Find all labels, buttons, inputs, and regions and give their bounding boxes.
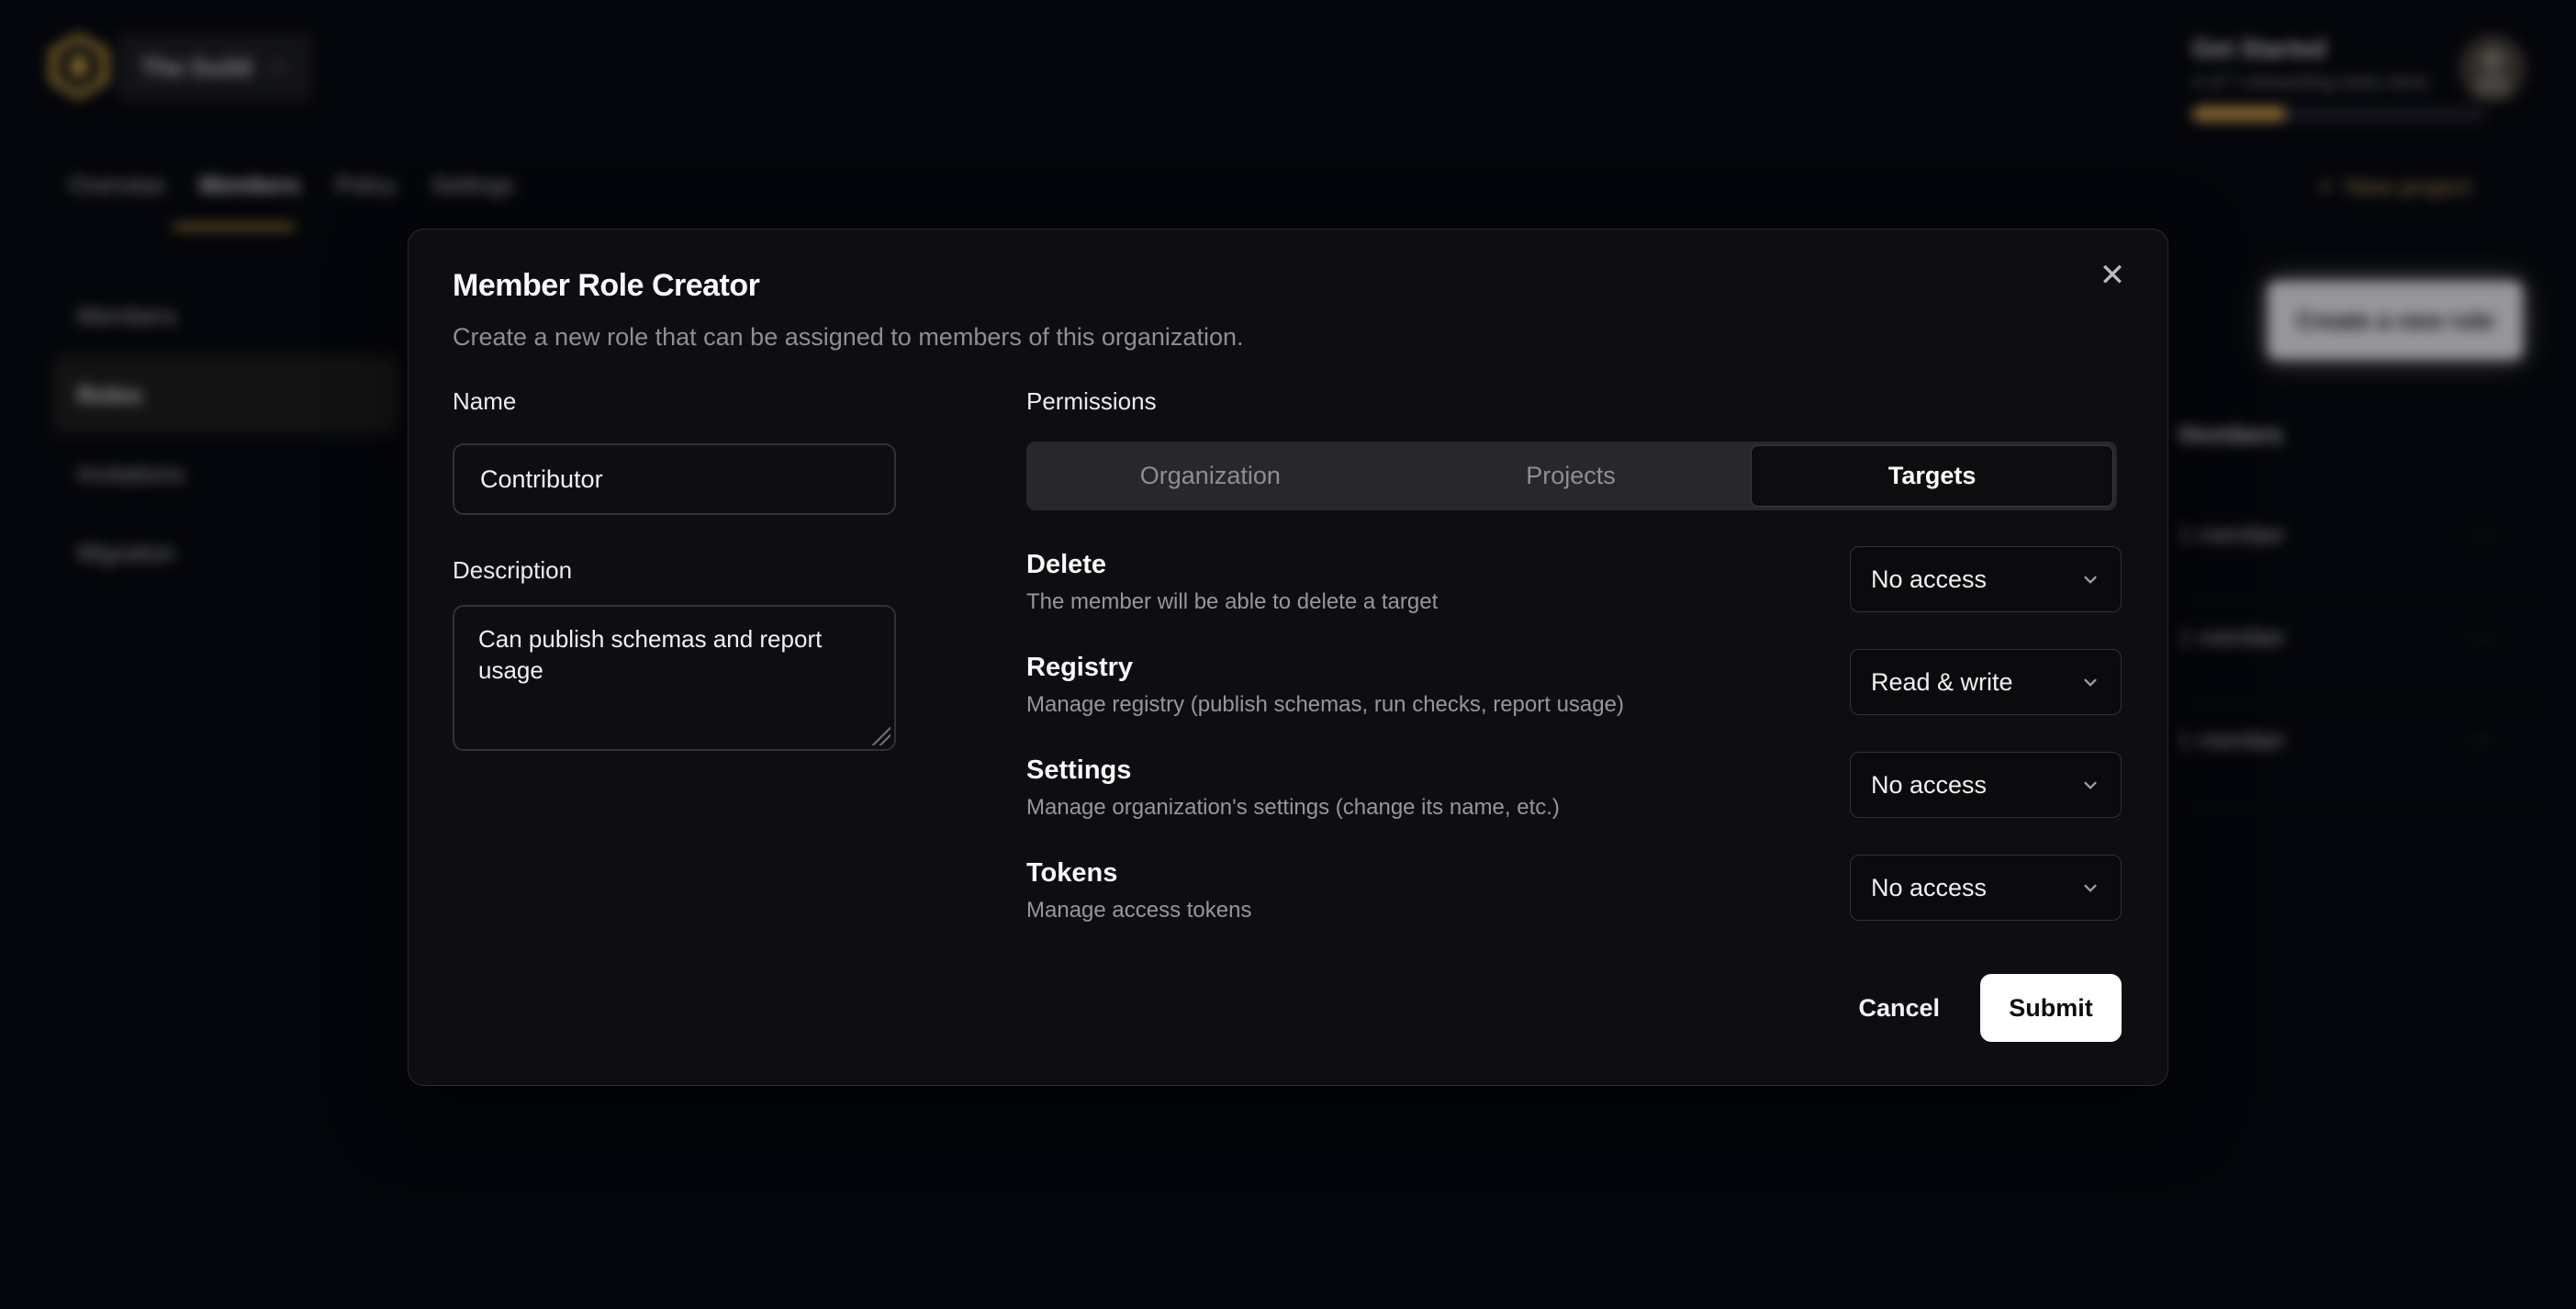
- permission-title: Registry: [1026, 653, 1624, 683]
- permissions-tab[interactable]: Targets: [1751, 445, 2113, 507]
- permission-description: The member will be able to delete a targ…: [1026, 589, 1438, 615]
- permission-access-value: Read & write: [1871, 668, 2013, 697]
- permissions-tab-label: Projects: [1526, 462, 1616, 490]
- permission-access-select[interactable]: Read & write: [1850, 649, 2122, 715]
- chevron-down-icon: [2080, 878, 2100, 898]
- permissions-tab-label: Targets: [1888, 462, 1977, 490]
- permission-row-text: Tokens Manage access tokens: [1026, 855, 1251, 923]
- name-label: Name: [453, 387, 516, 416]
- permission-row-text: Registry Manage registry (publish schema…: [1026, 649, 1624, 718]
- permission-description: Manage access tokens: [1026, 898, 1251, 923]
- permissions-tab[interactable]: Organization: [1030, 445, 1391, 507]
- permission-rows: Delete The member will be able to delete…: [1026, 546, 2122, 957]
- permissions-tab[interactable]: Projects: [1391, 445, 1752, 507]
- modal-title: Member Role Creator: [453, 268, 759, 304]
- permission-row-text: Delete The member will be able to delete…: [1026, 546, 1438, 615]
- permission-description: Manage registry (publish schemas, run ch…: [1026, 692, 1624, 718]
- permission-access-value: No access: [1871, 771, 1987, 800]
- chevron-down-icon: [2080, 775, 2100, 795]
- permissions-tab-bar: Organization Projects Targets: [1026, 442, 2117, 510]
- permission-access-select[interactable]: No access: [1850, 855, 2122, 921]
- description-textarea[interactable]: Can publish schemas and report usage: [453, 605, 896, 751]
- permission-row: Delete The member will be able to delete…: [1026, 546, 2122, 649]
- cancel-button[interactable]: Cancel: [1858, 994, 1940, 1023]
- chevron-down-icon: [2080, 672, 2100, 692]
- member-role-creator-modal: ✕ Member Role Creator Create a new role …: [408, 229, 2168, 1086]
- permission-row-text: Settings Manage organization's settings …: [1026, 752, 1560, 821]
- chevron-down-icon: [2080, 569, 2100, 589]
- modal-subtitle: Create a new role that can be assigned t…: [453, 323, 1243, 352]
- permission-row: Registry Manage registry (publish schema…: [1026, 649, 2122, 752]
- permissions-label: Permissions: [1026, 387, 1157, 416]
- app-root: The Guild Get Started 4 of 7 onboarding …: [0, 0, 2576, 1309]
- modal-footer: Cancel Submit: [1858, 974, 2122, 1042]
- permission-title: Delete: [1026, 550, 1438, 580]
- permission-title: Settings: [1026, 755, 1560, 786]
- description-label: Description: [453, 556, 572, 585]
- permission-description: Manage organization's settings (change i…: [1026, 795, 1560, 821]
- permissions-tab-label: Organization: [1140, 462, 1281, 490]
- permission-row: Settings Manage organization's settings …: [1026, 752, 2122, 855]
- permission-access-value: No access: [1871, 874, 1987, 902]
- permission-access-select[interactable]: No access: [1850, 752, 2122, 818]
- permission-row: Tokens Manage access tokens No access: [1026, 855, 2122, 957]
- permission-title: Tokens: [1026, 858, 1251, 889]
- permission-access-value: No access: [1871, 565, 1987, 594]
- close-icon[interactable]: ✕: [2087, 250, 2138, 301]
- name-input[interactable]: [453, 443, 896, 515]
- submit-button[interactable]: Submit: [1980, 974, 2122, 1042]
- permission-access-select[interactable]: No access: [1850, 546, 2122, 612]
- resize-handle-icon[interactable]: [872, 727, 890, 745]
